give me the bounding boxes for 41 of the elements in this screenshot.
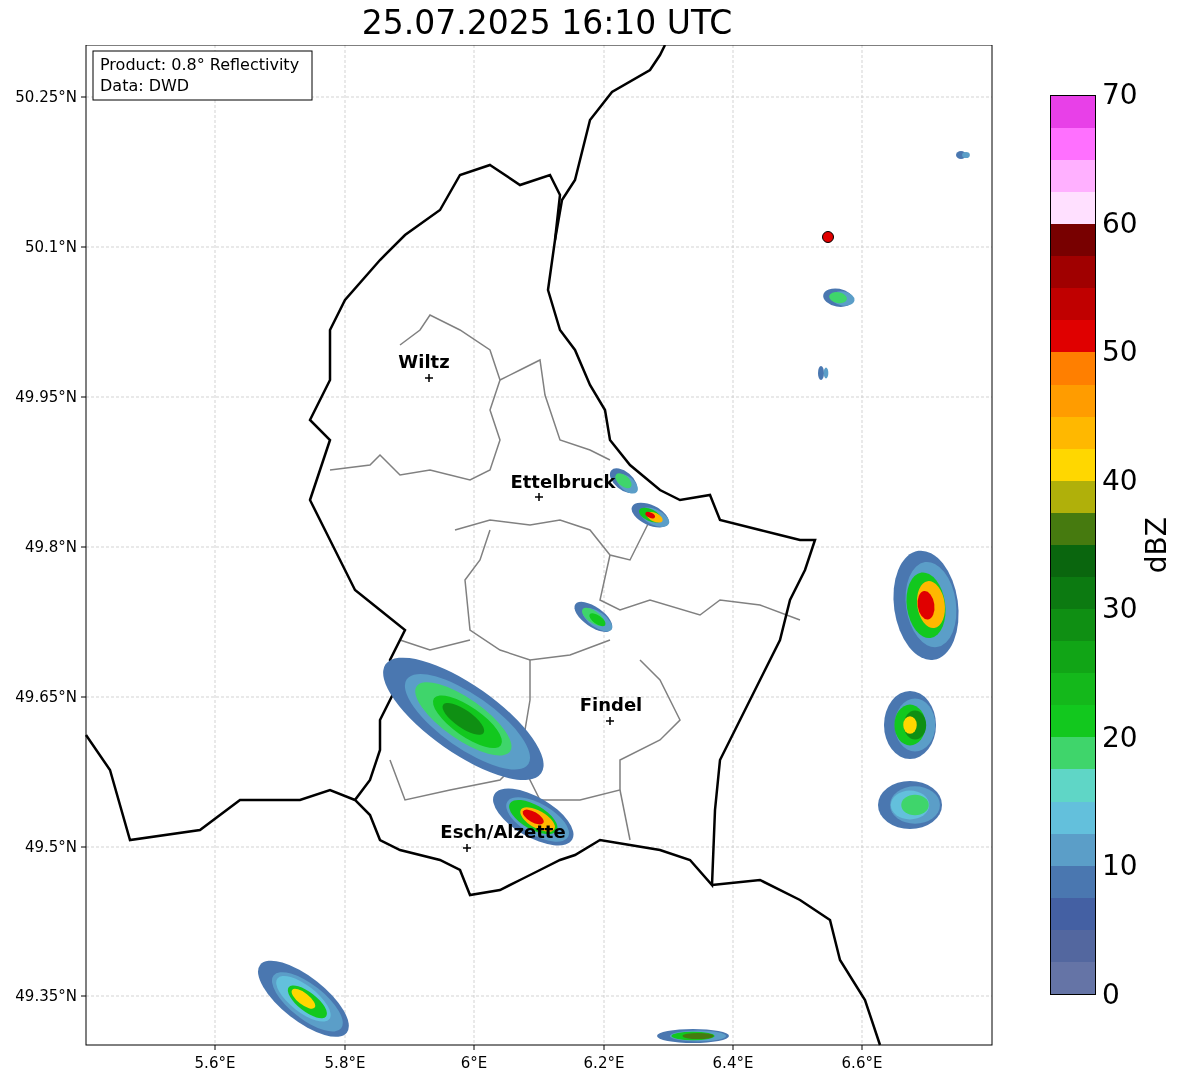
colorbar-tick-label: 40 bbox=[1102, 466, 1138, 495]
radar-echo-drawing bbox=[631, 502, 670, 528]
city-marker-icon bbox=[534, 492, 544, 502]
colorbar-tick-label: 10 bbox=[1102, 852, 1138, 881]
axis-tick-label: 6.6°E bbox=[841, 1054, 883, 1072]
axis-tick-label: 49.35°N bbox=[15, 987, 77, 1005]
colorbar-tick-label: 60 bbox=[1102, 209, 1138, 238]
city-marker-icon bbox=[462, 843, 472, 853]
city-label: Findel bbox=[579, 694, 643, 715]
info-text: Data: DWD bbox=[100, 76, 190, 95]
axis-tick-label: 50.1°N bbox=[24, 238, 77, 256]
radar-echo-drawing bbox=[878, 781, 942, 829]
axis-tick-label: 6.2°E bbox=[583, 1054, 625, 1072]
radar-echo-drawing bbox=[956, 151, 970, 159]
city-label: Ettelbruck bbox=[510, 471, 616, 492]
radar-site-marker bbox=[822, 231, 834, 243]
axis-tick-label: 49.95°N bbox=[15, 388, 77, 406]
axis-tick-label: 5.8°E bbox=[324, 1054, 366, 1072]
city-marker-icon bbox=[424, 373, 434, 383]
info-text: Product: 0.8° Reflectivity bbox=[100, 55, 300, 74]
chart-title: 25.07.2025 16:10 UTC bbox=[361, 1, 733, 44]
colorbar-tick-label: 30 bbox=[1102, 595, 1138, 624]
axis-tick-label: 6°E bbox=[460, 1054, 488, 1072]
axis-tick-label: 5.6°E bbox=[194, 1054, 236, 1072]
colorbar-tick-label: 70 bbox=[1102, 81, 1138, 109]
radar-echo-drawing bbox=[884, 691, 936, 759]
axis-tick-label: 6.4°E bbox=[712, 1054, 754, 1072]
colorbar-tick-label: 20 bbox=[1102, 723, 1138, 752]
radar-echo-drawing bbox=[657, 1029, 729, 1043]
colorbar-label: dBZ bbox=[1139, 516, 1174, 574]
radar-echo-drawing bbox=[818, 366, 829, 380]
city-marker-icon bbox=[605, 716, 615, 726]
city-label: Wiltz bbox=[398, 351, 450, 372]
axis-tick-label: 50.25°N bbox=[15, 88, 77, 106]
axis-tick-label: 49.65°N bbox=[15, 688, 77, 706]
colorbar-tick-label: 0 bbox=[1102, 981, 1120, 1009]
axis-tick-label: 49.5°N bbox=[24, 838, 77, 856]
radar-echo-drawing bbox=[574, 601, 613, 632]
radar-echo-drawing bbox=[823, 288, 855, 307]
colorbar-tick-label: 50 bbox=[1102, 338, 1138, 367]
axis-tick-label: 49.8°N bbox=[24, 538, 77, 556]
